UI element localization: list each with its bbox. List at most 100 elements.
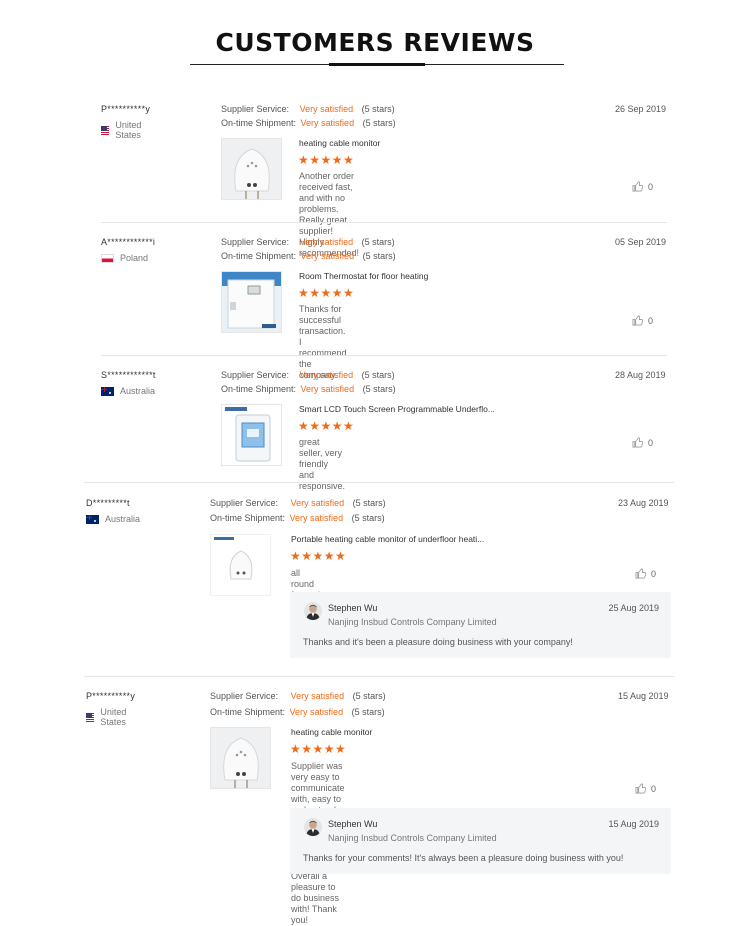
seller-reply: Stephen Wu Nanjing Insbud Controls Compa… xyxy=(290,808,671,874)
like-count: 0 xyxy=(648,437,654,448)
like-button[interactable]: 0 xyxy=(632,181,653,192)
shipment-rating: On-time Shipment: Very satisfied (5 star… xyxy=(210,513,385,523)
reply-date: 15 Aug 2019 xyxy=(608,819,659,829)
product-thumbnail[interactable] xyxy=(221,271,282,333)
reply-author: Stephen Wu xyxy=(328,603,378,613)
reviewer-country: United States xyxy=(86,707,135,727)
shipment-label: On-time Shipment: xyxy=(221,384,297,394)
shipment-label: On-time Shipment: xyxy=(221,251,297,261)
shipment-rating: On-time Shipment: Very satisfied (5 star… xyxy=(221,118,396,128)
poland-flag-icon xyxy=(101,253,114,263)
supplier-service-value: Very satisfied xyxy=(299,104,354,114)
product-name-link[interactable]: Smart LCD Touch Screen Programmable Unde… xyxy=(299,404,495,414)
like-button[interactable]: 0 xyxy=(635,568,656,579)
reply-text: Thanks and it's been a pleasure doing bu… xyxy=(303,637,573,647)
reviewer-country: Australia xyxy=(101,386,156,396)
supplier-service-rating: Supplier Service: Very satisfied (5 star… xyxy=(221,104,395,114)
country-label: Australia xyxy=(105,514,141,524)
product-name-link[interactable]: heating cable monitor xyxy=(299,138,380,148)
review-divider xyxy=(84,482,674,483)
australia-flag-icon xyxy=(101,386,114,396)
country-label: United States xyxy=(100,707,127,727)
reply-company: Nanjing Insbud Controls Company Limited xyxy=(328,617,497,627)
supplier-service-label: Supplier Service: xyxy=(221,237,290,247)
star-rating: ★★★★★ xyxy=(298,419,355,433)
shipment-rating: On-time Shipment: Very satisfied (5 star… xyxy=(210,707,385,717)
reviewer-name: P**********y xyxy=(101,104,151,114)
product-thumbnail[interactable] xyxy=(221,138,282,200)
comment-line: Another order received fast, and with no… xyxy=(299,171,355,236)
thumbs-up-icon xyxy=(632,181,643,192)
avatar xyxy=(304,602,322,620)
thumbs-up-icon xyxy=(635,783,646,794)
comment-line: Thanks for successful transaction. xyxy=(299,304,346,336)
review-date: 23 Aug 2019 xyxy=(618,498,669,508)
reply-date: 25 Aug 2019 xyxy=(608,603,659,613)
like-count: 0 xyxy=(648,315,654,326)
comment-line: great seller, very friendly and responsi… xyxy=(299,437,346,491)
review-date: 05 Sep 2019 xyxy=(615,237,667,247)
shipment-value: Very satisfied xyxy=(300,384,355,394)
supplier-service-stars: (5 stars) xyxy=(361,104,395,114)
shipment-stars: (5 stars) xyxy=(351,707,385,717)
product-thumbnail[interactable] xyxy=(221,404,282,466)
supplier-service-stars: (5 stars) xyxy=(352,691,386,701)
shipment-rating: On-time Shipment: Very satisfied (5 star… xyxy=(221,251,396,261)
star-rating: ★★★★★ xyxy=(290,549,347,563)
supplier-service-label: Supplier Service: xyxy=(221,104,290,114)
product-thumbnail[interactable] xyxy=(210,727,271,789)
reply-text: Thanks for your comments! It's always be… xyxy=(303,853,624,863)
supplier-service-rating: Supplier Service: Very satisfied (5 star… xyxy=(210,691,386,701)
product-thumbnail[interactable] xyxy=(210,534,271,596)
product-name-link[interactable]: heating cable monitor xyxy=(291,727,372,737)
reviewer-name: A************i xyxy=(101,237,156,247)
australia-flag-icon xyxy=(86,514,99,524)
reviewer-name: P**********y xyxy=(86,691,136,701)
like-button[interactable]: 0 xyxy=(632,315,653,326)
supplier-service-label: Supplier Service: xyxy=(221,370,290,380)
shipment-value: Very satisfied xyxy=(289,707,344,717)
star-rating: ★★★★★ xyxy=(298,153,355,167)
thumbs-up-icon xyxy=(632,437,643,448)
shipment-stars: (5 stars) xyxy=(362,251,396,261)
title-underline-accent xyxy=(329,63,425,66)
shipment-stars: (5 stars) xyxy=(362,384,396,394)
review-comment: great seller, very friendly and responsi… xyxy=(299,437,345,492)
shipment-label: On-time Shipment: xyxy=(210,707,286,717)
reviewer-country: Poland xyxy=(101,253,155,263)
supplier-service-value: Very satisfied xyxy=(290,691,345,701)
supplier-service-label: Supplier Service: xyxy=(210,498,279,508)
avatar xyxy=(304,818,322,836)
supplier-service-value: Very satisfied xyxy=(299,237,354,247)
country-label: Australia xyxy=(120,386,156,396)
thumbs-up-icon xyxy=(632,315,643,326)
shipment-value: Very satisfied xyxy=(300,251,355,261)
supplier-service-value: Very satisfied xyxy=(299,370,354,380)
seller-reply: Stephen Wu Nanjing Insbud Controls Compa… xyxy=(290,592,671,658)
thumbs-up-icon xyxy=(635,568,646,579)
supplier-service-rating: Supplier Service: Very satisfied (5 star… xyxy=(221,370,395,380)
review-divider xyxy=(101,222,667,223)
product-name-link[interactable]: Portable heating cable monitor of underf… xyxy=(291,534,484,544)
page-title: CUSTOMERS REVIEWS xyxy=(215,28,535,57)
like-count: 0 xyxy=(648,181,654,192)
like-button[interactable]: 0 xyxy=(632,437,653,448)
reply-company: Nanjing Insbud Controls Company Limited xyxy=(328,833,497,843)
shipment-value: Very satisfied xyxy=(289,513,344,523)
shipment-stars: (5 stars) xyxy=(351,513,385,523)
reply-author: Stephen Wu xyxy=(328,819,378,829)
shipment-value: Very satisfied xyxy=(300,118,355,128)
review-divider xyxy=(84,676,674,677)
shipment-rating: On-time Shipment: Very satisfied (5 star… xyxy=(221,384,396,394)
like-count: 0 xyxy=(651,783,657,794)
us-flag-icon xyxy=(101,125,110,135)
star-rating: ★★★★★ xyxy=(298,286,355,300)
shipment-label: On-time Shipment: xyxy=(221,118,297,128)
product-name-link[interactable]: Room Thermostat for floor heating xyxy=(299,271,428,281)
review-date: 26 Sep 2019 xyxy=(615,104,667,114)
supplier-service-label: Supplier Service: xyxy=(210,691,279,701)
country-label: United States xyxy=(115,120,142,140)
review-divider xyxy=(101,355,667,356)
reviewer-name: S************t xyxy=(101,370,156,380)
like-button[interactable]: 0 xyxy=(635,783,656,794)
